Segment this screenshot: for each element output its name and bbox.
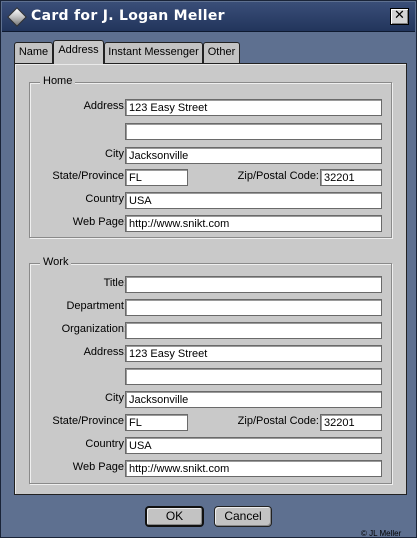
work-zip-field[interactable]: 32201 bbox=[320, 414, 382, 431]
home-webpage-label: Web Page: bbox=[72, 216, 127, 228]
work-state-field[interactable]: FL bbox=[125, 414, 188, 431]
work-title-label: Title: bbox=[103, 277, 127, 289]
work-country-label: Country: bbox=[85, 438, 127, 450]
home-country-label: Country: bbox=[85, 193, 127, 205]
title-bar[interactable]: Card for J. Logan Meller ✕ bbox=[2, 2, 415, 32]
work-department-label: Department: bbox=[66, 300, 127, 312]
home-city-label: City: bbox=[105, 148, 127, 160]
work-city-field[interactable]: Jacksonville bbox=[125, 391, 382, 408]
work-department-field[interactable] bbox=[125, 299, 382, 316]
home-group-title: Home bbox=[40, 75, 76, 87]
work-organization-field[interactable] bbox=[125, 322, 382, 339]
work-address-line2-field[interactable] bbox=[125, 368, 382, 385]
work-webpage-label: Web Page: bbox=[72, 461, 127, 473]
tab-instant-messenger[interactable]: Instant Messenger bbox=[104, 42, 203, 63]
home-zip-field[interactable]: 32201 bbox=[320, 169, 382, 186]
home-state-field[interactable]: FL bbox=[125, 169, 188, 186]
work-zip-label: Zip/Postal Code: bbox=[237, 415, 319, 427]
tab-other[interactable]: Other bbox=[203, 42, 240, 63]
work-webpage-field[interactable]: http://www.snikt.com bbox=[125, 460, 382, 477]
home-group: Home Address: 123 Easy Street City: Jack… bbox=[29, 75, 392, 238]
work-address-label: Address: bbox=[83, 346, 127, 358]
home-address-line2-field[interactable] bbox=[125, 123, 382, 140]
work-address-line1-field[interactable]: 123 Easy Street bbox=[125, 345, 382, 362]
work-country-field[interactable]: USA bbox=[125, 437, 382, 454]
work-group: Work Title: Department: Organization: Ad… bbox=[29, 256, 392, 484]
window-title: Card for J. Logan Meller bbox=[31, 8, 225, 24]
work-group-title: Work bbox=[40, 256, 72, 268]
work-city-label: City: bbox=[105, 392, 127, 404]
home-address-line1-field[interactable]: 123 Easy Street bbox=[125, 99, 382, 116]
home-address-label: Address: bbox=[83, 100, 127, 112]
close-button[interactable]: ✕ bbox=[390, 8, 409, 25]
address-card-window: Card for J. Logan Meller ✕ Name Address … bbox=[0, 0, 417, 538]
ok-button[interactable]: OK bbox=[145, 506, 204, 527]
tab-name[interactable]: Name bbox=[14, 42, 53, 63]
home-country-field[interactable]: USA bbox=[125, 192, 382, 209]
home-state-label: State/Province: bbox=[52, 170, 127, 182]
cancel-button[interactable]: Cancel bbox=[214, 506, 272, 527]
work-title-field[interactable] bbox=[125, 276, 382, 293]
copyright-note: © JL Meller bbox=[361, 529, 402, 538]
home-city-field[interactable]: Jacksonville bbox=[125, 147, 382, 164]
work-organization-label: Organization: bbox=[61, 323, 127, 335]
home-zip-label: Zip/Postal Code: bbox=[237, 170, 319, 182]
address-card-diamond-icon bbox=[7, 7, 27, 27]
close-icon: ✕ bbox=[394, 8, 405, 23]
address-tab-panel: Home Address: 123 Easy Street City: Jack… bbox=[14, 63, 407, 495]
work-state-label: State/Province: bbox=[52, 415, 127, 427]
tab-address[interactable]: Address bbox=[53, 40, 104, 64]
home-webpage-field[interactable]: http://www.snikt.com bbox=[125, 215, 382, 232]
